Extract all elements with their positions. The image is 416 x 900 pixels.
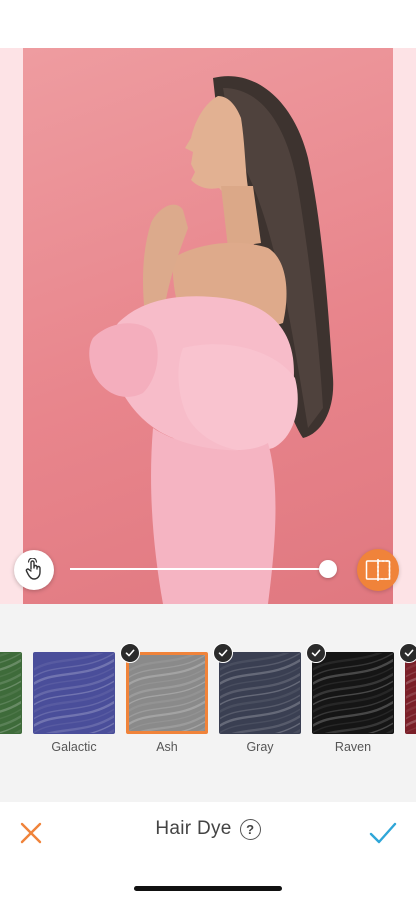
hair-color-option[interactable] xyxy=(399,643,416,740)
portrait-illustration xyxy=(89,76,334,604)
hand-touch-icon xyxy=(25,558,41,580)
downloaded-check-icon xyxy=(213,643,233,663)
downloaded-check-icon xyxy=(306,643,326,663)
hair-color-strip[interactable]: en Galactic Ash Gray Raven xyxy=(0,604,416,802)
hair-color-swatch[interactable] xyxy=(405,652,416,734)
hair-color-option[interactable]: Ash xyxy=(120,643,208,754)
hair-color-label: Raven xyxy=(334,740,372,754)
compare-split-icon xyxy=(365,559,391,581)
hair-texture-icon xyxy=(0,653,21,733)
downloaded-check-icon xyxy=(120,643,140,663)
hair-color-option[interactable]: Gray xyxy=(213,643,301,754)
hair-color-option[interactable]: Galactic xyxy=(33,652,115,754)
photo-canvas[interactable] xyxy=(0,48,416,604)
hair-texture-icon xyxy=(313,653,393,733)
compare-button[interactable] xyxy=(357,549,399,591)
hair-texture-icon xyxy=(406,663,416,733)
hair-color-label: en xyxy=(0,740,22,754)
hair-color-option[interactable]: en xyxy=(0,652,22,754)
bottom-toolbar: Hair Dye ? xyxy=(0,802,416,900)
hair-color-swatch[interactable] xyxy=(33,652,115,734)
help-icon[interactable]: ? xyxy=(239,818,261,840)
hair-color-label: Ash xyxy=(156,740,178,754)
hair-texture-icon xyxy=(129,655,205,731)
checkmark-icon xyxy=(369,822,397,844)
toolbar-title-group: Hair Dye ? xyxy=(0,818,416,840)
hair-color-option[interactable]: Raven xyxy=(306,643,394,754)
apply-button[interactable] xyxy=(368,820,398,846)
hair-color-swatch[interactable] xyxy=(126,652,208,734)
hair-texture-icon xyxy=(34,653,114,733)
hair-color-swatch[interactable] xyxy=(219,652,301,734)
hair-texture-icon xyxy=(220,653,300,733)
intensity-slider-thumb[interactable] xyxy=(319,560,337,578)
hair-color-swatch[interactable] xyxy=(0,652,22,734)
intensity-slider-track[interactable] xyxy=(70,568,328,570)
tool-title: Hair Dye xyxy=(155,818,232,839)
home-indicator xyxy=(134,886,282,891)
downloaded-check-icon xyxy=(399,643,416,663)
hair-color-swatch[interactable] xyxy=(312,652,394,734)
edited-photo[interactable] xyxy=(23,48,393,604)
hair-color-label: Galactic xyxy=(51,740,97,754)
hair-color-label: Gray xyxy=(246,740,274,754)
brush-touch-button[interactable] xyxy=(14,550,54,590)
